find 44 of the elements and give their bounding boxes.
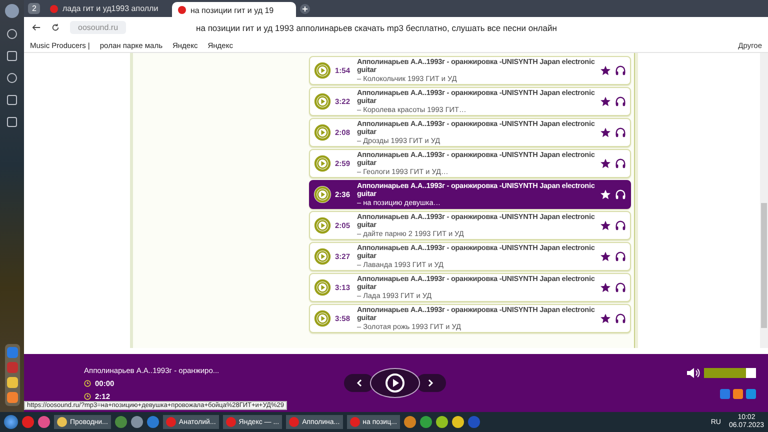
star-icon[interactable] bbox=[600, 282, 611, 293]
headphones-icon[interactable] bbox=[615, 65, 626, 76]
browser-tab[interactable]: лада гит и уд1993 аполли bbox=[44, 1, 168, 16]
star-icon[interactable] bbox=[600, 158, 611, 169]
browser-tab[interactable]: на позиции гит и уд 19 bbox=[172, 2, 296, 18]
scrollbar-thumb[interactable] bbox=[761, 203, 767, 328]
star-icon[interactable] bbox=[600, 220, 611, 231]
taskbar-app-icon[interactable] bbox=[146, 416, 159, 428]
star-icon[interactable] bbox=[600, 189, 611, 200]
start-button[interactable] bbox=[4, 415, 18, 429]
taskbar-app-icon[interactable] bbox=[436, 416, 448, 428]
headphones-icon[interactable] bbox=[615, 313, 626, 324]
page-title: на позиции гит и уд 1993 апполинарьев скачать mp3 бесплатно, слушать все песни онлайн bbox=[196, 22, 557, 32]
headphones-icon[interactable] bbox=[615, 282, 626, 293]
reload-icon[interactable] bbox=[51, 23, 60, 32]
headphones-icon[interactable] bbox=[615, 220, 626, 231]
previous-button[interactable] bbox=[344, 374, 374, 392]
headphones-icon[interactable] bbox=[615, 158, 626, 169]
taskbar-app-icon[interactable] bbox=[130, 416, 143, 428]
play-button[interactable] bbox=[370, 368, 420, 398]
taskbar-app-icon[interactable] bbox=[452, 416, 464, 428]
profile-avatar[interactable] bbox=[5, 4, 19, 18]
volume-slider[interactable] bbox=[704, 368, 756, 378]
headphones-icon[interactable] bbox=[615, 189, 626, 200]
star-icon[interactable] bbox=[600, 96, 611, 107]
taskbar-app-icon[interactable] bbox=[404, 416, 416, 428]
star-icon[interactable] bbox=[600, 127, 611, 138]
headphones-icon[interactable] bbox=[615, 96, 626, 107]
star-icon[interactable] bbox=[600, 65, 611, 76]
volume-icon[interactable] bbox=[686, 367, 700, 379]
tab-count[interactable]: 2 bbox=[28, 3, 40, 14]
headphones-icon[interactable] bbox=[615, 127, 626, 138]
next-button[interactable] bbox=[416, 374, 446, 392]
star-icon[interactable] bbox=[600, 251, 611, 262]
taskbar-app-icon[interactable] bbox=[114, 416, 127, 428]
headphones-icon[interactable] bbox=[615, 251, 626, 262]
taskbar-app-icon[interactable] bbox=[420, 416, 432, 428]
new-tab-icon[interactable] bbox=[300, 4, 310, 14]
chevron-left-icon bbox=[356, 379, 362, 387]
back-icon[interactable] bbox=[32, 23, 41, 32]
taskbar-app-icon[interactable] bbox=[38, 416, 50, 428]
app-icon[interactable] bbox=[6, 377, 18, 388]
star-icon[interactable] bbox=[600, 313, 611, 324]
chevron-right-icon bbox=[428, 379, 434, 387]
